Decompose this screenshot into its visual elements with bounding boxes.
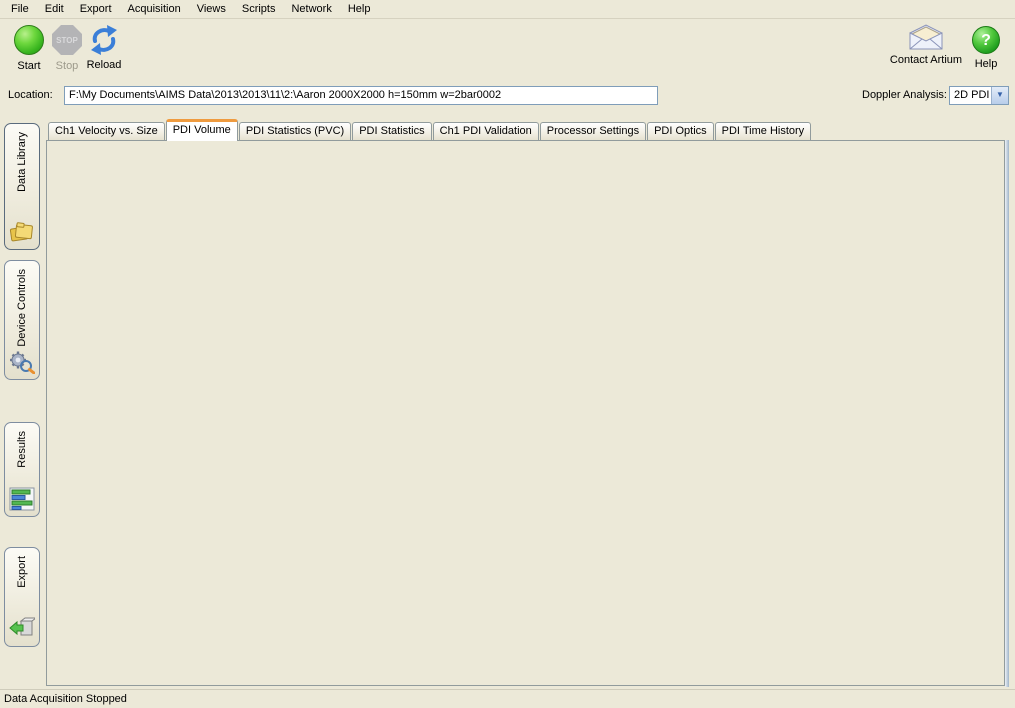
tab-page-pdi-volume [46, 140, 1005, 686]
tab-pdi-volume[interactable]: PDI Volume [166, 119, 238, 141]
sidebar-item-label: Data Library [16, 132, 28, 192]
location-label: Location: [8, 89, 53, 101]
doppler-analysis-value: 2D PDI [954, 89, 989, 101]
tab-ch1-pdi-validation[interactable]: Ch1 PDI Validation [433, 122, 539, 141]
contact-artium-label: Contact Artium [885, 54, 967, 66]
menu-item-help[interactable]: Help [340, 0, 379, 19]
data-library-icon [9, 220, 35, 244]
results-icon [9, 487, 35, 511]
menu-item-views[interactable]: Views [189, 0, 234, 19]
reload-button-label: Reload [81, 59, 127, 71]
tab-strip: Ch1 Velocity vs. SizePDI VolumePDI Stati… [48, 119, 812, 141]
sidebar-item-data-library[interactable]: Data Library [4, 123, 40, 250]
menu-item-network[interactable]: Network [283, 0, 339, 19]
location-field[interactable]: F:\My Documents\AIMS Data\2013\2013\11\2… [64, 86, 658, 105]
contact-artium-button[interactable]: Contact Artium [885, 24, 967, 66]
tab-pdi-statistics-pvc-[interactable]: PDI Statistics (PVC) [239, 122, 351, 141]
tab-pdi-statistics[interactable]: PDI Statistics [352, 122, 431, 141]
reload-button[interactable]: Reload [81, 24, 127, 71]
help-button-label: Help [966, 58, 1006, 70]
status-bar: Data Acquisition Stopped [0, 689, 1015, 708]
menu-item-export[interactable]: Export [72, 0, 120, 19]
sidebar-item-results[interactable]: Results [4, 422, 40, 517]
location-row: Location: F:\My Documents\AIMS Data\2013… [0, 84, 1015, 110]
start-icon [14, 25, 44, 55]
tab-pdi-time-history[interactable]: PDI Time History [715, 122, 812, 141]
help-icon: ? [972, 26, 1000, 54]
menu-bar: FileEditExportAcquisitionViewsScriptsNet… [0, 0, 1015, 19]
menu-item-acquisition[interactable]: Acquisition [120, 0, 189, 19]
help-button[interactable]: ? Help [966, 24, 1006, 70]
status-text: Data Acquisition Stopped [4, 693, 127, 705]
sidebar-item-label: Device Controls [16, 269, 28, 347]
sidebar-item-label: Export [16, 556, 28, 588]
envelope-icon [907, 24, 945, 54]
tab-pdi-optics[interactable]: PDI Optics [647, 122, 714, 141]
menu-item-file[interactable]: File [3, 0, 37, 19]
chevron-down-icon[interactable]: ▼ [991, 87, 1008, 104]
panel-splitter[interactable] [1005, 140, 1009, 687]
doppler-analysis-label: Doppler Analysis: [862, 89, 947, 101]
menu-item-scripts[interactable]: Scripts [234, 0, 284, 19]
tab-ch1-velocity-vs-size[interactable]: Ch1 Velocity vs. Size [48, 122, 165, 141]
sidebar-item-device-controls[interactable]: Device Controls [4, 260, 40, 380]
export-icon [9, 617, 35, 641]
stop-icon: STOP [52, 25, 82, 55]
tab-processor-settings[interactable]: Processor Settings [540, 122, 646, 141]
device-controls-icon [9, 350, 35, 374]
app-window: FileEditExportAcquisitionViewsScriptsNet… [0, 0, 1015, 708]
sidebar-item-export[interactable]: Export [4, 547, 40, 647]
doppler-analysis-select[interactable]: 2D PDI ▼ [949, 86, 1009, 105]
menu-item-edit[interactable]: Edit [37, 0, 72, 19]
toolbar: Start STOP Stop Reload [0, 20, 1015, 82]
sidebar-item-label: Results [16, 431, 28, 468]
reload-icon [88, 24, 120, 56]
